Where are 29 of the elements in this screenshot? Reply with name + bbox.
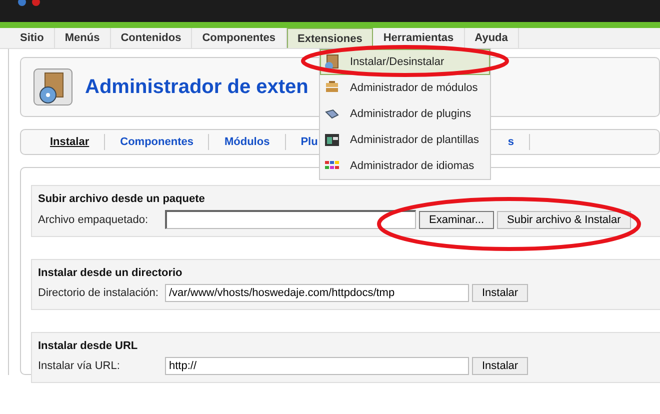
menu-item[interactable]: Extensiones — [286, 28, 374, 48]
field-label: Instalar vía URL: — [38, 360, 121, 372]
install-button[interactable]: Instalar — [472, 284, 528, 302]
page-title: Administrador de exten — [85, 76, 308, 98]
tab[interactable]: Componentes — [105, 134, 210, 150]
tab[interactable]: s — [506, 134, 530, 150]
tab[interactable]: Instalar — [35, 134, 106, 150]
input-field[interactable]: /var/www/vhosts/hoswedaje.com/httpdocs/tmp — [165, 284, 469, 302]
install-button[interactable]: Instalar — [472, 357, 528, 375]
menu-item[interactable]: Herramientas — [373, 28, 465, 48]
upload-button[interactable]: Subir archivo & Instalar — [497, 210, 631, 228]
field-label: Archivo empaquetado: — [38, 214, 150, 226]
browse-button[interactable]: Examinar... — [419, 210, 494, 228]
package-icon — [324, 54, 340, 70]
menu-item[interactable]: Administrador de idiomas — [320, 153, 490, 179]
file-field[interactable] — [165, 210, 416, 229]
tab[interactable]: Módulos — [209, 134, 286, 150]
field-label: Directorio de instalación: — [38, 287, 160, 299]
menu-item[interactable]: Contenidos — [110, 28, 192, 48]
window-icon — [324, 132, 340, 148]
menu-item[interactable]: Sitio — [10, 28, 55, 48]
section-title: Subir archivo desde un paquete — [38, 193, 206, 205]
section-title: Instalar desde un directorio — [38, 267, 184, 279]
package-icon — [33, 67, 73, 107]
menu-item[interactable]: Administrador de plugins — [320, 101, 490, 127]
input-field[interactable]: http:// — [165, 357, 469, 375]
menu-item[interactable]: Menús — [54, 28, 111, 48]
section-title: Instalar desde URL — [38, 340, 139, 352]
menu-item[interactable]: Administrador de módulos — [320, 75, 490, 101]
